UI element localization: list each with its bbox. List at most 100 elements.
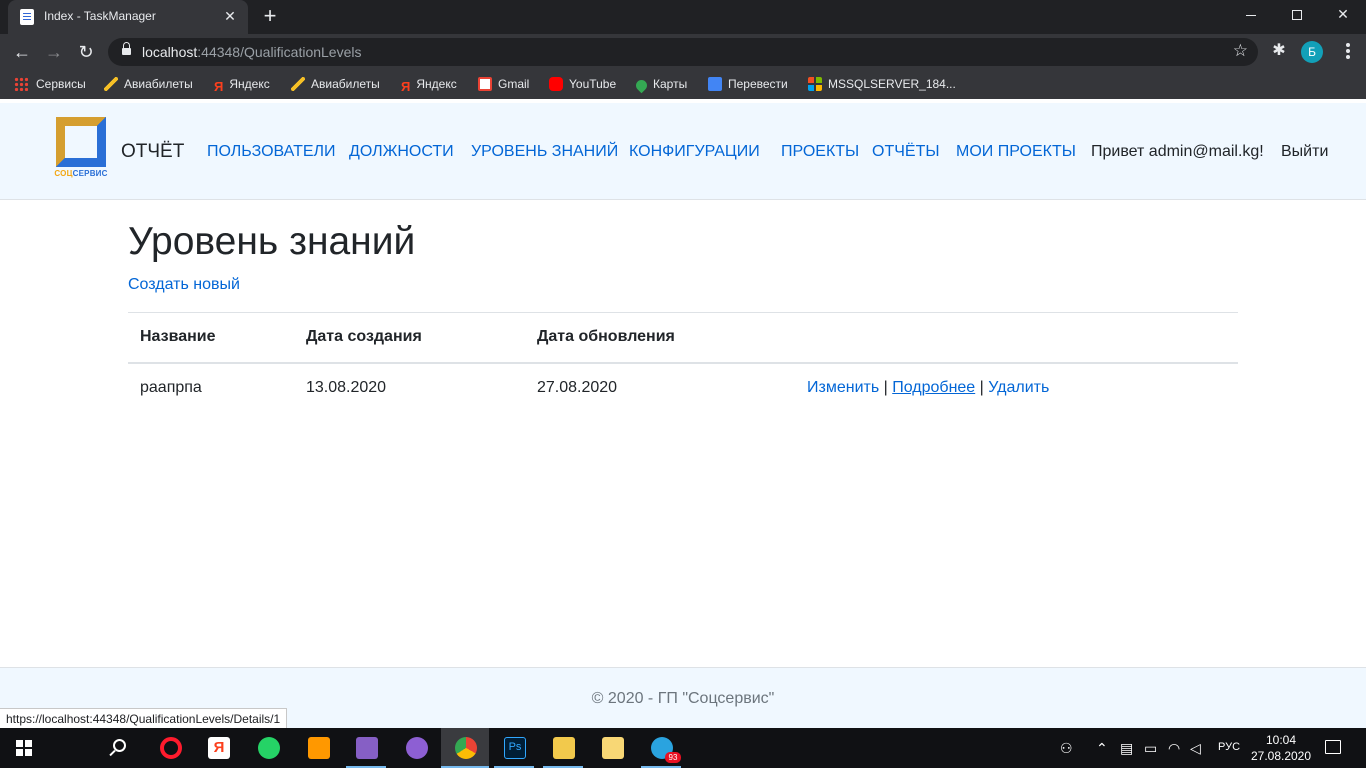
plane-icon	[104, 77, 118, 91]
bookmark-youtube[interactable]: YouTube	[549, 77, 616, 91]
qualification-levels-table: Название Дата создания Дата обновления р…	[128, 312, 1238, 413]
yandex-icon: Я	[214, 79, 224, 94]
nav-configurations[interactable]: КОНФИГУРАЦИИ	[629, 143, 760, 161]
network-icon[interactable]: ◠	[1168, 740, 1180, 756]
input-language[interactable]: РУС	[1218, 741, 1240, 753]
taskbar-visual-studio[interactable]	[342, 728, 390, 768]
yandex-browser-icon: Я	[208, 737, 230, 759]
table-header-row: Название Дата создания Дата обновления	[128, 312, 1238, 364]
user-greeting[interactable]: Привет admin@mail.kg!	[1091, 143, 1264, 161]
task-view-button[interactable]	[96, 728, 224, 768]
taskbar-sublime-text[interactable]	[294, 728, 342, 768]
close-tab-icon[interactable]: ✕	[222, 8, 238, 24]
separator: |	[879, 379, 893, 396]
folder-icon	[602, 737, 624, 759]
bookmark-maps[interactable]: Карты	[633, 77, 687, 94]
show-hidden-icons-icon[interactable]: ⌃	[1096, 740, 1108, 756]
column-header-actions	[795, 312, 1238, 364]
column-header-name: Название	[128, 312, 294, 364]
delete-link[interactable]: Удалить	[988, 379, 1049, 396]
maximize-button[interactable]	[1274, 0, 1320, 30]
brand-link[interactable]: ОТЧЁТ	[121, 141, 184, 163]
taskbar-opera[interactable]	[146, 728, 194, 768]
people-icon[interactable]: ⚇	[1060, 740, 1073, 756]
create-new-link[interactable]: Создать новый	[128, 276, 240, 294]
url-text[interactable]: localhost:44348/QualificationLevels	[142, 44, 362, 60]
microsoft-icon	[808, 77, 822, 91]
taskbar-yandex-browser[interactable]: Я	[194, 728, 242, 768]
volume-icon[interactable]: ◁	[1190, 740, 1201, 756]
nav-projects[interactable]: ПРОЕКТЫ	[781, 143, 859, 161]
bookmark-translate[interactable]: Перевести	[708, 77, 788, 91]
logout-button[interactable]: Выйти	[1281, 143, 1328, 161]
lock-icon[interactable]	[122, 42, 131, 56]
windows-taskbar: Я Ps 93 ⚇ ⌃ ▤ ▭ ◠ ◁ РУС 10:04 27.08.2020	[0, 728, 1366, 768]
clock-date: 27.08.2020	[1250, 749, 1312, 763]
footer-copyright: © 2020 - ГП "Соцсервис"	[591, 690, 775, 707]
translate-icon	[708, 77, 722, 91]
separator: |	[975, 379, 989, 396]
browser-tab[interactable]: Index - TaskManager ✕	[8, 0, 248, 34]
taskbar-file-explorer[interactable]	[588, 728, 636, 768]
taskbar-telegram[interactable]: 93	[637, 728, 685, 768]
logo-frame-icon	[56, 117, 106, 167]
photoshop-icon: Ps	[504, 737, 526, 759]
taskbar-github-desktop[interactable]	[392, 728, 440, 768]
bookmark-star-icon[interactable]: ☆	[1233, 41, 1248, 61]
taskbar-app[interactable]	[539, 728, 587, 768]
forward-button[interactable]: →	[42, 40, 66, 64]
search-button[interactable]	[48, 728, 126, 768]
address-bar[interactable]: localhost:44348/QualificationLevels ☆	[108, 38, 1258, 66]
nav-my-projects[interactable]: МОИ ПРОЕКТЫ	[956, 143, 1076, 161]
bookmark-mssqlserver[interactable]: MSSQLSERVER_184...	[808, 77, 956, 91]
close-window-button[interactable]: ✕	[1320, 0, 1366, 30]
column-header-created: Дата создания	[294, 312, 525, 364]
bookmarks-bar: Сервисы Авиабилеты Я Яндекс Авиабилеты ЯЯ…	[0, 70, 1366, 99]
bookmark-yandex-2[interactable]: Я Яндекс	[401, 77, 457, 94]
visual-studio-icon	[356, 737, 378, 759]
cell-created: 13.08.2020	[306, 379, 387, 396]
start-button[interactable]	[0, 728, 48, 768]
bookmark-services[interactable]: Сервисы	[14, 77, 86, 91]
bookmark-avia-1[interactable]: Авиабилеты	[104, 77, 193, 91]
apps-grid-icon	[14, 77, 28, 91]
storage-icon[interactable]: ▤	[1120, 740, 1133, 756]
browser-menu-icon[interactable]	[1339, 42, 1357, 62]
plane-icon	[291, 77, 305, 91]
taskbar-photoshop[interactable]: Ps	[490, 728, 538, 768]
reload-button[interactable]: ↻	[74, 40, 98, 64]
browser-tab-strip: Index - TaskManager ✕ + ✕	[0, 0, 1366, 34]
notification-center-icon[interactable]	[1325, 740, 1341, 754]
profile-avatar[interactable]: Б	[1301, 41, 1323, 63]
clock-time: 10:04	[1265, 733, 1297, 747]
page-title: Уровень знаний	[128, 220, 416, 263]
sublime-text-icon	[308, 737, 330, 759]
logo[interactable]: СОЦСЕРВИС	[54, 117, 108, 179]
bookmark-gmail[interactable]: Gmail	[478, 77, 529, 91]
new-tab-button[interactable]: +	[258, 4, 282, 28]
minimize-button[interactable]	[1228, 0, 1274, 30]
bookmark-yandex-1[interactable]: Я Яндекс	[214, 77, 270, 94]
extensions-icon[interactable]: ✱	[1270, 42, 1288, 60]
nav-users[interactable]: ПОЛЬЗОВАТЕЛИ	[207, 143, 336, 161]
back-button[interactable]: ←	[10, 40, 34, 64]
yandex-icon: Я	[401, 79, 411, 94]
page-favicon-icon	[20, 9, 34, 25]
table-row: раапрпа 13.08.2020 27.08.2020 Изменить |…	[128, 363, 1238, 413]
link-status-bubble: https://localhost:44348/QualificationLev…	[0, 708, 288, 728]
nav-positions[interactable]: ДОЛЖНОСТИ	[349, 143, 454, 161]
maps-icon	[633, 77, 650, 94]
nav-reports[interactable]: ОТЧЁТЫ	[872, 143, 940, 161]
battery-icon[interactable]: ▭	[1144, 740, 1157, 756]
bookmark-avia-2[interactable]: Авиабилеты	[291, 77, 380, 91]
taskbar-chrome[interactable]	[441, 728, 489, 768]
nav-qualification-levels[interactable]: УРОВЕНЬ ЗНАНИЙ	[471, 143, 618, 161]
logo-text: СОЦСЕРВИС	[54, 169, 108, 178]
github-desktop-icon	[406, 737, 428, 759]
taskbar-whatsapp[interactable]	[244, 728, 292, 768]
details-link[interactable]: Подробнее	[892, 379, 975, 396]
youtube-icon	[549, 77, 563, 91]
system-clock[interactable]: 10:04 27.08.2020	[1250, 732, 1312, 764]
site-header: СОЦСЕРВИС ОТЧЁТ ПОЛЬЗОВАТЕЛИ ДОЛЖНОСТИ У…	[0, 103, 1366, 200]
edit-link[interactable]: Изменить	[807, 379, 879, 396]
